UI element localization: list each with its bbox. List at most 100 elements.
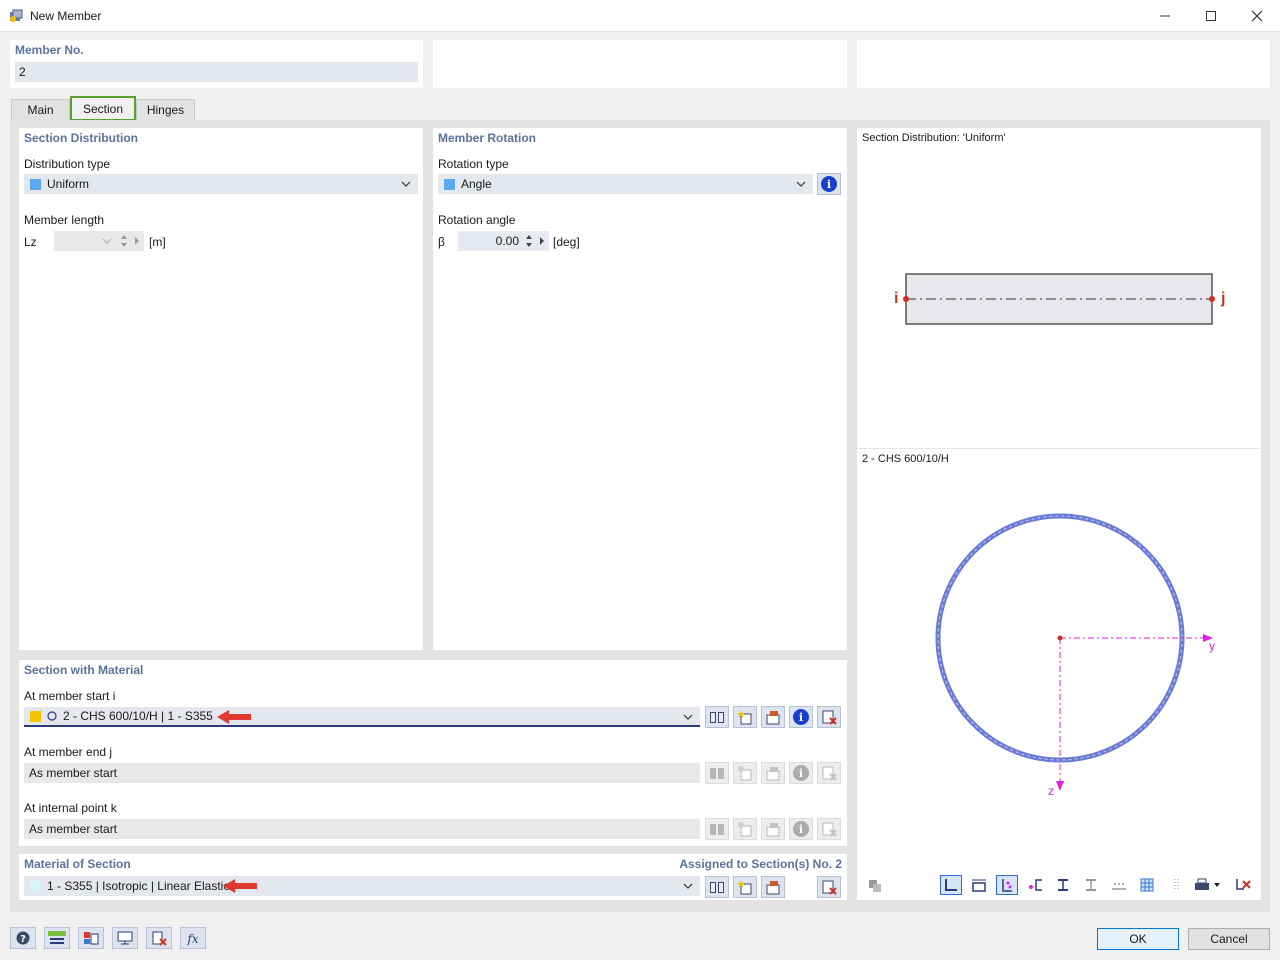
close-icon xyxy=(1251,10,1263,21)
formula-icon: fx xyxy=(186,932,198,946)
lz-unit: [m] xyxy=(149,235,166,249)
window-title: New Member xyxy=(30,9,102,23)
stress-points-button[interactable] xyxy=(996,875,1018,895)
display-properties-button[interactable] xyxy=(78,927,104,949)
points-icon xyxy=(1174,879,1179,891)
formula-button[interactable]: fx xyxy=(180,927,206,949)
distribution-preview-title: Section Distribution: 'Uniform' xyxy=(862,132,1006,144)
member-end-label: At member end j xyxy=(24,745,113,759)
tab-main[interactable]: Main xyxy=(11,99,70,120)
arrow-right-icon[interactable] xyxy=(134,236,140,246)
beta-input[interactable]: 0.00 xyxy=(458,231,549,251)
member-end-select[interactable]: As member start xyxy=(24,763,700,783)
axes-icon xyxy=(945,879,957,891)
edit-icon xyxy=(766,767,780,781)
minimize-button[interactable] xyxy=(1142,0,1188,31)
pick-icon xyxy=(822,710,837,725)
title-bar: New Member xyxy=(0,0,1280,32)
print-icon xyxy=(1195,878,1220,890)
arrow-right-icon[interactable] xyxy=(539,236,545,246)
reset-icon xyxy=(1236,879,1251,890)
chevron-down-icon xyxy=(401,181,411,187)
internal-pick-button[interactable] xyxy=(817,818,841,840)
member-start-select[interactable]: 2 - CHS 600/10/H | 1 - S355 xyxy=(24,707,700,727)
section-info-button[interactable]: i xyxy=(789,706,813,728)
internal-point-label: At internal point k xyxy=(24,801,117,815)
svg-text:fx: fx xyxy=(186,932,198,946)
rotation-type-label: Rotation type xyxy=(438,157,509,171)
member-start-label: At member start i xyxy=(24,689,116,703)
tab-hinges[interactable]: Hinges xyxy=(136,99,195,120)
new-material-button[interactable] xyxy=(733,876,757,898)
chevron-down-icon xyxy=(102,238,112,244)
section-library-button[interactable] xyxy=(705,706,729,728)
chevron-down-icon xyxy=(683,714,693,720)
spin-icon[interactable] xyxy=(120,234,128,248)
end-info-button[interactable]: i xyxy=(789,762,813,784)
tab-hinges-label: Hinges xyxy=(146,103,185,117)
pick-material-button[interactable] xyxy=(817,876,841,898)
lz-input[interactable] xyxy=(54,231,144,251)
internal-new-button[interactable] xyxy=(733,818,757,840)
pick-icon xyxy=(822,766,837,781)
rotation-type-select[interactable]: Angle xyxy=(438,174,813,194)
end-library-button[interactable] xyxy=(705,762,729,784)
reset-view-button[interactable] xyxy=(1232,875,1254,895)
rotation-info-button[interactable]: i xyxy=(817,173,841,195)
help-button[interactable]: ? xyxy=(10,927,36,949)
points-button[interactable] xyxy=(1164,875,1186,895)
material-library-button[interactable] xyxy=(705,876,729,898)
maximize-button[interactable] xyxy=(1188,0,1234,31)
view-button[interactable] xyxy=(112,927,138,949)
beta-value: 0.00 xyxy=(495,234,519,248)
red-arrow-icon xyxy=(223,879,257,893)
close-button[interactable] xyxy=(1234,0,1280,31)
axes-view-button[interactable] xyxy=(940,875,962,895)
cancel-button[interactable]: Cancel xyxy=(1188,928,1270,950)
delete-icon xyxy=(152,931,167,946)
top-empty-panel-2 xyxy=(433,40,847,88)
member-no-input[interactable]: 2 xyxy=(15,62,418,82)
section-parts-icon xyxy=(1029,879,1042,891)
lz-symbol: Lz xyxy=(24,235,37,249)
end-new-button[interactable] xyxy=(733,762,757,784)
end-pick-button[interactable] xyxy=(817,762,841,784)
ok-button[interactable]: OK xyxy=(1097,928,1179,950)
pick-icon xyxy=(822,880,837,895)
end-edit-button[interactable] xyxy=(761,762,785,784)
internal-point-select[interactable]: As member start xyxy=(24,819,700,839)
preview-options-button[interactable] xyxy=(864,876,886,896)
new-icon xyxy=(738,822,752,837)
tab-main-label: Main xyxy=(27,103,54,117)
tab-section[interactable]: Section xyxy=(70,96,136,121)
new-section-button[interactable] xyxy=(733,706,757,728)
delete-button[interactable] xyxy=(146,927,172,949)
material-value: 1 - S355 | Isotropic | Linear Elastic xyxy=(47,879,230,893)
chevron-down-icon xyxy=(683,883,693,889)
grid-icon xyxy=(1140,878,1154,892)
i-section-outline-button[interactable] xyxy=(1080,875,1102,895)
distribution-color-swatch xyxy=(30,178,41,190)
dimension-button[interactable] xyxy=(968,875,990,895)
spin-icon[interactable] xyxy=(525,234,533,248)
i-section-outline-icon xyxy=(1086,879,1096,891)
section-parts-button[interactable] xyxy=(1024,875,1046,895)
internal-edit-button[interactable] xyxy=(761,818,785,840)
material-of-section-title: Material of Section xyxy=(24,857,131,871)
numbering-button[interactable] xyxy=(1108,875,1130,895)
print-button[interactable] xyxy=(1190,875,1226,895)
internal-info-button[interactable]: i xyxy=(789,818,813,840)
distribution-type-select[interactable]: Uniform xyxy=(24,174,418,194)
library-icon xyxy=(710,768,724,779)
grid-button[interactable] xyxy=(1136,875,1158,895)
i-section-button[interactable] xyxy=(1052,875,1074,895)
material-select[interactable]: 1 - S355 | Isotropic | Linear Elastic xyxy=(24,876,700,896)
pick-section-button[interactable] xyxy=(817,706,841,728)
edit-section-button[interactable] xyxy=(761,706,785,728)
member-end-value: As member start xyxy=(29,766,118,780)
internal-library-button[interactable] xyxy=(705,818,729,840)
edit-icon xyxy=(766,881,780,895)
member-length-label: Member length xyxy=(24,213,105,227)
edit-material-button[interactable] xyxy=(761,876,785,898)
units-button[interactable] xyxy=(44,927,70,949)
